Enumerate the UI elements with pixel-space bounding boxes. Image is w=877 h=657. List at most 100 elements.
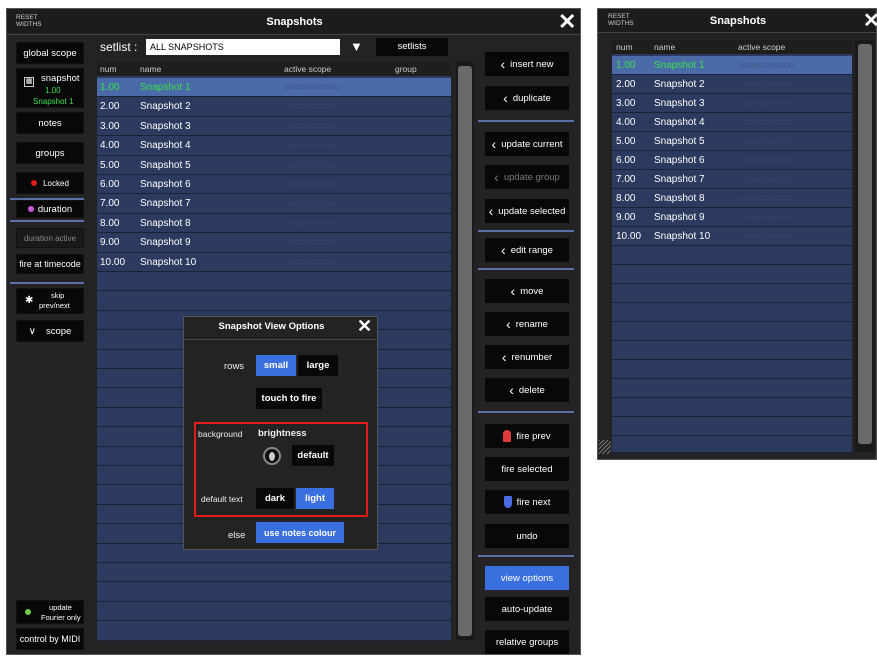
row-scope-dots[interactable]: ○○○○○○○○○○○	[738, 170, 794, 189]
rows-small-button[interactable]: small	[256, 355, 296, 376]
table-row[interactable]: 2.00 Snapshot 2 ○○○○○○○○○○○	[97, 97, 451, 117]
scrollbar-thumb[interactable]	[458, 66, 472, 636]
small-close-icon[interactable]: ✕	[863, 10, 877, 32]
relative-groups-button[interactable]: relative groups	[485, 630, 569, 654]
table-row[interactable]	[612, 436, 852, 455]
table-row[interactable]	[612, 379, 852, 398]
row-scope-dots[interactable]: ○○○○○○○○○○○	[284, 117, 340, 136]
scope-toggle[interactable]: ∨ scope	[16, 320, 84, 342]
setlists-button[interactable]: setlists	[376, 38, 448, 56]
table-row[interactable]: 10.00 Snapshot 10 ○○○○○○○○○○○	[97, 253, 451, 272]
row-scope-dots[interactable]: ○○○○○○○○○○○	[284, 156, 340, 175]
update-selected-button[interactable]: ‹ update selected	[485, 199, 569, 223]
rows-large-button[interactable]: large	[298, 355, 338, 376]
small-scrollbar-thumb[interactable]	[858, 44, 872, 444]
table-row[interactable]	[97, 582, 451, 602]
table-row[interactable]: 3.00 Snapshot 3 ○○○○○○○○○○○	[612, 94, 852, 113]
use-notes-colour-button[interactable]: use notes colour	[256, 522, 344, 543]
table-row[interactable]	[97, 563, 451, 583]
resize-grip-icon[interactable]	[599, 440, 611, 454]
move-button[interactable]: ‹ move	[485, 279, 569, 303]
table-row[interactable]	[612, 417, 852, 436]
small-col-num[interactable]: num	[616, 40, 633, 54]
edit-range-button[interactable]: ‹ edit range	[485, 238, 569, 262]
table-row[interactable]: 5.00 Snapshot 5 ○○○○○○○○○○○	[97, 156, 451, 175]
table-row[interactable]: 8.00 Snapshot 8 ○○○○○○○○○○○	[97, 214, 451, 234]
table-row[interactable]	[612, 322, 852, 341]
snapshot-info[interactable]: ▦ snapshot 1.00 Snapshot 1	[16, 68, 84, 108]
row-scope-dots[interactable]: ○○○○○○○○○○○	[738, 132, 794, 151]
fire-prev-button[interactable]: fire prev	[485, 424, 569, 448]
rename-button[interactable]: ‹ rename	[485, 312, 569, 336]
text-light-button[interactable]: light	[296, 488, 334, 509]
notes-button[interactable]: notes	[16, 112, 84, 134]
auto-update-button[interactable]: auto-update	[485, 597, 569, 621]
setlist-dropdown-icon[interactable]: ▼	[350, 38, 364, 56]
delete-button[interactable]: ‹ delete	[485, 378, 569, 402]
col-active-scope[interactable]: active scope	[284, 62, 331, 76]
global-scope-button[interactable]: global scope	[16, 42, 84, 64]
table-row[interactable]: 1.00 Snapshot 1 ○○○○○○○○○○○	[97, 78, 451, 98]
table-row[interactable]	[612, 341, 852, 360]
table-row[interactable]	[97, 602, 451, 622]
table-row[interactable]: 10.00 Snapshot 10 ○○○○○○○○○○○	[612, 227, 852, 246]
table-row[interactable]	[612, 398, 852, 417]
setlist-input[interactable]: ALL SNAPSHOTS	[146, 39, 340, 55]
table-row[interactable]	[612, 360, 852, 379]
table-row[interactable]	[97, 291, 451, 311]
row-scope-dots[interactable]: ○○○○○○○○○○○	[738, 208, 794, 227]
renumber-button[interactable]: ‹ renumber	[485, 345, 569, 369]
update-fourier-button[interactable]: update Fourier only	[16, 600, 84, 624]
row-scope-dots[interactable]: ○○○○○○○○○○○	[738, 113, 794, 132]
table-row[interactable]: 6.00 Snapshot 6 ○○○○○○○○○○○	[612, 151, 852, 170]
table-row[interactable]: 1.00 Snapshot 1 ○○○○○○○○○○○	[612, 56, 852, 75]
groups-button[interactable]: groups	[16, 142, 84, 164]
row-scope-dots[interactable]: ○○○○○○○○○○○	[738, 189, 794, 208]
row-scope-dots[interactable]: ○○○○○○○○○○○	[284, 97, 340, 116]
locked-toggle[interactable]: Locked	[16, 172, 84, 194]
row-scope-dots[interactable]: ○○○○○○○○○○○	[284, 78, 340, 97]
table-row[interactable]: 9.00 Snapshot 9 ○○○○○○○○○○○	[612, 208, 852, 227]
update-group-button[interactable]: ‹ update group	[485, 165, 569, 189]
small-table-scrollbar[interactable]	[855, 40, 875, 452]
row-scope-dots[interactable]: ○○○○○○○○○○○	[284, 253, 340, 272]
control-by-midi-button[interactable]: control by MIDI	[16, 628, 84, 650]
fire-next-button[interactable]: fire next	[485, 490, 569, 514]
table-row[interactable]: 3.00 Snapshot 3 ○○○○○○○○○○○	[97, 117, 451, 137]
table-row[interactable]: 6.00 Snapshot 6 ○○○○○○○○○○○	[97, 175, 451, 195]
table-row[interactable]	[97, 272, 451, 292]
row-scope-dots[interactable]: ○○○○○○○○○○○	[284, 233, 340, 252]
small-col-name[interactable]: name	[654, 40, 675, 54]
table-row[interactable]	[612, 284, 852, 303]
table-row[interactable]: 8.00 Snapshot 8 ○○○○○○○○○○○	[612, 189, 852, 208]
small-col-active-scope[interactable]: active scope	[738, 40, 785, 54]
touch-to-fire-button[interactable]: touch to fire	[256, 388, 322, 409]
table-row[interactable]	[612, 303, 852, 322]
text-dark-button[interactable]: dark	[256, 488, 294, 509]
table-scrollbar[interactable]	[456, 62, 474, 640]
brightness-knob-icon[interactable]	[263, 447, 281, 465]
update-current-button[interactable]: ‹ update current	[485, 132, 569, 156]
fire-selected-button[interactable]: fire selected	[485, 457, 569, 481]
table-row[interactable]: 7.00 Snapshot 7 ○○○○○○○○○○○	[612, 170, 852, 189]
duration-active-button[interactable]: duration active	[16, 228, 84, 248]
table-row[interactable]	[612, 246, 852, 265]
row-scope-dots[interactable]: ○○○○○○○○○○○	[284, 214, 340, 233]
table-row[interactable]: 9.00 Snapshot 9 ○○○○○○○○○○○	[97, 233, 451, 253]
fire-at-timecode-button[interactable]: fire at timecode	[16, 254, 84, 274]
row-scope-dots[interactable]: ○○○○○○○○○○○	[284, 175, 340, 194]
row-scope-dots[interactable]: ○○○○○○○○○○○	[738, 75, 794, 94]
row-scope-dots[interactable]: ○○○○○○○○○○○	[284, 136, 340, 155]
row-scope-dots[interactable]: ○○○○○○○○○○○	[738, 151, 794, 170]
table-row[interactable]: 4.00 Snapshot 4 ○○○○○○○○○○○	[97, 136, 451, 156]
undo-button[interactable]: undo	[485, 524, 569, 548]
row-scope-dots[interactable]: ○○○○○○○○○○○	[738, 94, 794, 113]
view-options-button[interactable]: view options	[485, 566, 569, 590]
row-scope-dots[interactable]: ○○○○○○○○○○○	[284, 194, 340, 213]
table-row[interactable]: 7.00 Snapshot 7 ○○○○○○○○○○○	[97, 194, 451, 214]
row-scope-dots[interactable]: ○○○○○○○○○○○	[738, 56, 794, 75]
skip-prev-next-button[interactable]: ✱ skip prev/next	[16, 288, 84, 314]
duration-toggle[interactable]: duration	[16, 200, 84, 218]
dialog-close-icon[interactable]: ✕	[357, 316, 372, 337]
col-group[interactable]: group	[395, 62, 417, 76]
